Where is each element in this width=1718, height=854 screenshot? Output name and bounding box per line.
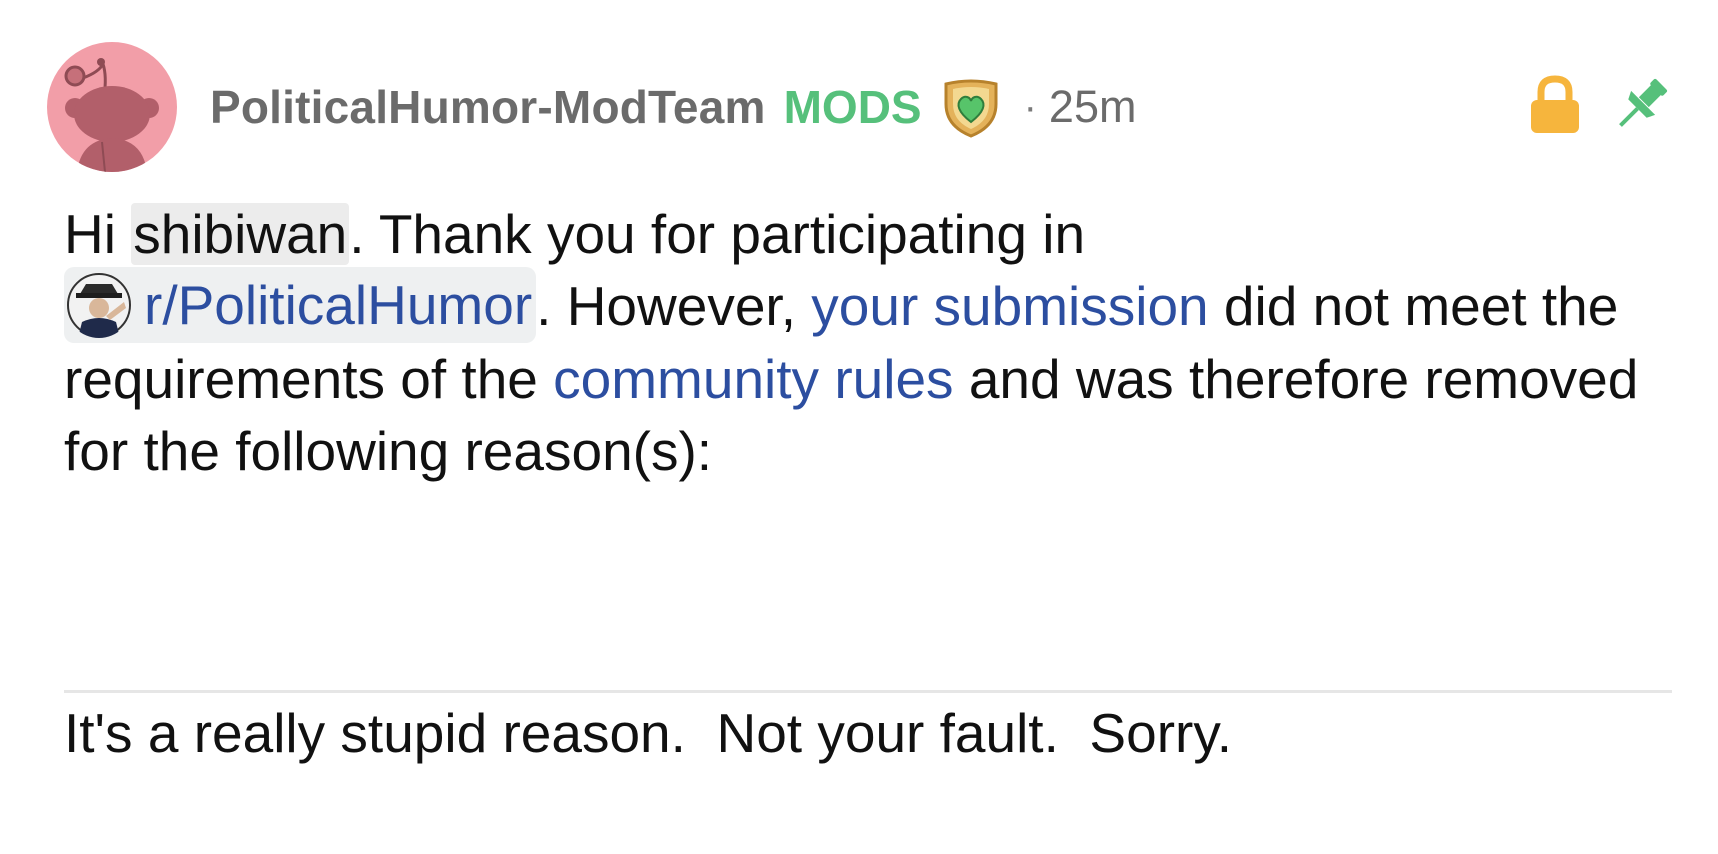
body-text-1: . Thank you for participating in xyxy=(349,203,1086,265)
comment-header: PoliticalHumor-ModTeam MODS · 25m xyxy=(47,42,1672,172)
snoo-avatar-icon xyxy=(64,58,159,172)
comment-body: Hi shibiwan. Thank you for participating… xyxy=(64,198,1664,487)
mod-comment: PoliticalHumor-ModTeam MODS · 25m Hi shi… xyxy=(0,0,1718,854)
greeting-text: Hi xyxy=(64,203,132,265)
mod-shield-icon xyxy=(938,74,1004,140)
pin-icon xyxy=(1610,74,1672,141)
community-rules-link[interactable]: community rules xyxy=(553,348,953,410)
submission-link[interactable]: your submission xyxy=(811,275,1208,337)
user-mention[interactable]: shibiwan xyxy=(131,203,350,265)
mod-badge: MODS xyxy=(783,81,922,133)
subreddit-avatar-icon xyxy=(66,272,132,339)
comment-timestamp: 25m xyxy=(1048,81,1137,132)
meta-separator: · xyxy=(1023,84,1037,129)
subreddit-chip[interactable]: r/PoliticalHumor xyxy=(64,267,537,344)
lock-icon xyxy=(1528,74,1582,140)
comment-meta: PoliticalHumor-ModTeam MODS · 25m xyxy=(210,74,1136,140)
body-text-2: . However, xyxy=(536,275,812,337)
comment-status-icons xyxy=(1528,74,1672,141)
author-avatar[interactable] xyxy=(47,42,177,172)
removal-reason: It's a really stupid reason. Not your fa… xyxy=(64,702,1233,764)
author-username[interactable]: PoliticalHumor-ModTeam xyxy=(210,80,766,134)
subreddit-link[interactable]: r/PoliticalHumor xyxy=(144,269,532,341)
reason-divider xyxy=(64,690,1672,693)
